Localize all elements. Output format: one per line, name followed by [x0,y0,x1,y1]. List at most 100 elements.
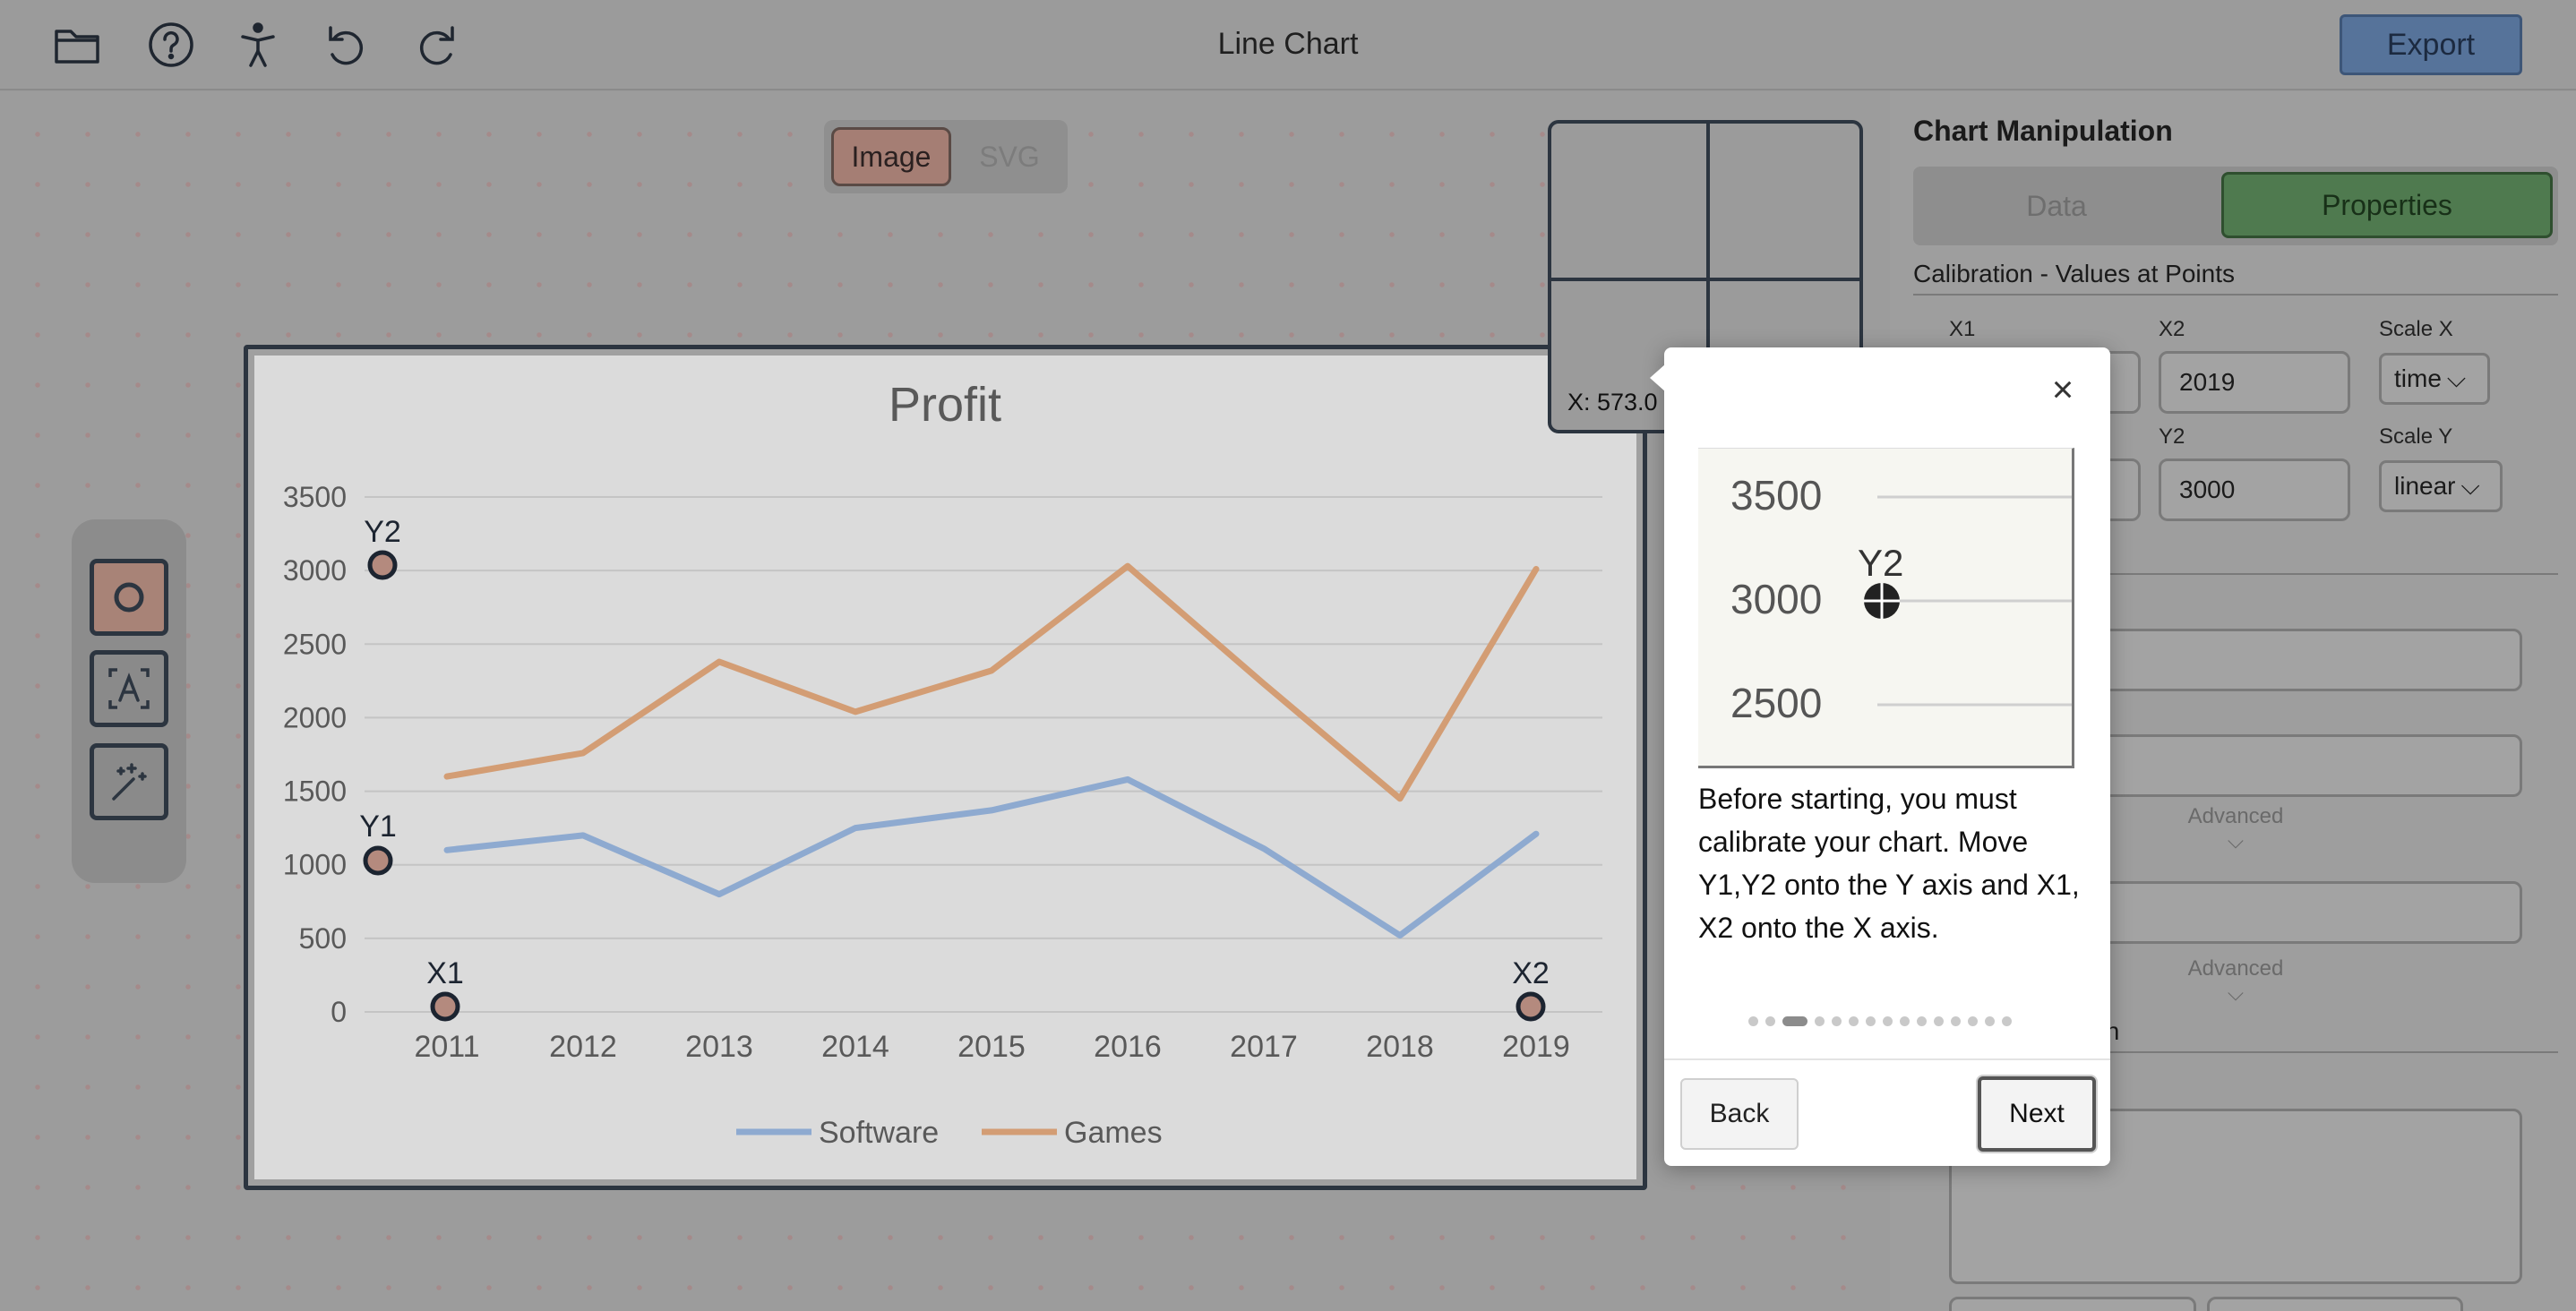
magic-wand-button[interactable] [90,743,168,820]
step-dot[interactable] [1900,1015,1910,1026]
x-tick-label: 2013 [685,1030,753,1064]
step-dot[interactable] [1748,1015,1758,1026]
step-dot-active[interactable] [1782,1015,1807,1026]
y2-label: Y2 [2159,424,2185,449]
scale-x-select[interactable]: time ⌵ [2379,353,2490,405]
calibration-marker-label: X1 [426,956,464,990]
help-icon[interactable] [144,18,198,72]
text-tool-icon [108,668,150,709]
x-tick-label: 2015 [957,1030,1026,1064]
magic-wand-icon [112,763,147,801]
undo-icon[interactable] [319,18,373,72]
preview-tick-label: 3000 [1730,576,1822,622]
scale-x-value: time [2394,364,2442,392]
x-tick-label: 2011 [414,1030,479,1064]
step-indicator [1748,1015,2012,1026]
crosshair-marker-icon [1864,583,1900,619]
tab-data[interactable]: Data [1913,167,2200,245]
y-tick-label: 0 [331,996,347,1028]
svg-view-button[interactable]: SVG [958,127,1060,186]
scale-y-select[interactable]: linear ⌵ [2379,460,2503,512]
y-tick-label: 2000 [283,701,347,733]
legend-label: Software [819,1116,939,1150]
y-tick-label: 2500 [283,628,347,660]
chevron-down-icon: ⌵ [2446,364,2467,392]
x2-input[interactable]: 2019 [2159,351,2350,414]
export-button[interactable]: Export [2340,14,2522,75]
chart-title: Profit [889,378,1001,432]
calibration-marker-label: X2 [1512,956,1550,990]
y-tick-label: 1500 [283,775,347,808]
step-dot[interactable] [1883,1015,1893,1026]
y-tick-label: 3500 [283,481,347,513]
chevron-down-icon: ⌵ [2227,829,2245,853]
point-tool-icon [114,582,144,613]
calibration-marker [430,991,460,1022]
top-bar: Line Chart Export [0,0,2576,90]
panel-title: Chart Manipulation [1913,115,2173,147]
x-tick-label: 2019 [1502,1030,1570,1064]
text-tool-button[interactable] [90,650,168,727]
x-tick-label: 2017 [1230,1030,1298,1064]
scale-x-label: Scale X [2379,317,2453,341]
tutorial-popover: × 3500 3000 2500 Y2 Before starting, you… [1650,347,2110,1166]
point-tool-button[interactable] [90,559,168,636]
line-chart: Profit 0 500 1000 1500 2000 2500 3000 3500 2011 20… [254,356,1636,1179]
popover-arrow [1650,364,1666,392]
redo-icon[interactable] [410,18,464,72]
tab-properties[interactable]: Properties [2221,172,2553,238]
step-dot[interactable] [2002,1015,2012,1026]
calibration-marker-label: Y1 [359,810,397,844]
y-tick-label: 500 [299,922,347,955]
step-dot[interactable] [1934,1015,1944,1026]
y-tick-label: 1000 [283,849,347,881]
tutorial-text: Before starting, you must calibrate your… [1698,783,2080,944]
divider [1664,1058,2110,1060]
x-tick-label: 2012 [549,1030,617,1064]
step-dot[interactable] [1917,1015,1927,1026]
advanced-label: Advanced [2187,956,2284,981]
calibration-marker [1516,991,1546,1022]
advanced-toggle-2[interactable]: Advanced ⌵ [2146,956,2325,1007]
step-dot[interactable] [1866,1015,1876,1026]
next-button[interactable]: Next [1978,1076,2096,1152]
step-dot[interactable] [1985,1015,1995,1026]
crosshair-horizontal [1551,278,1859,281]
y2-input[interactable]: 3000 [2159,458,2350,521]
x2-label: X2 [2159,317,2185,341]
x1-label: X1 [1949,317,1976,341]
folder-icon[interactable] [50,18,104,72]
step-dot[interactable] [1849,1015,1859,1026]
calibration-marker-label: Y2 [364,515,401,549]
legend-label: Games [1064,1116,1163,1150]
step-dot[interactable] [1951,1015,1961,1026]
divider [1913,294,2558,296]
app-title: Line Chart [1217,27,1359,61]
advanced-toggle-1[interactable]: Advanced ⌵ [2146,804,2325,854]
calibration-heading: Calibration - Values at Points [1913,260,2235,287]
panel-button-1[interactable] [1949,1297,2196,1311]
view-toggle: Image SVG [824,120,1068,193]
toolbox [72,519,186,883]
step-dot[interactable] [1832,1015,1842,1026]
scale-y-label: Scale Y [2379,424,2453,449]
step-dot[interactable] [1968,1015,1978,1026]
chevron-down-icon: ⌵ [2460,471,2480,500]
preview-tick-label: 3500 [1730,472,1822,518]
accessibility-icon[interactable] [231,18,285,72]
x-tick-label: 2016 [1094,1030,1162,1064]
step-dot[interactable] [1765,1015,1775,1026]
image-view-button[interactable]: Image [831,127,951,186]
preview-tick-label: 2500 [1730,680,1822,726]
calibration-marker [367,550,398,580]
panel-tabs: Data Properties [1913,167,2558,245]
step-dot[interactable] [1815,1015,1825,1026]
close-icon[interactable]: × [2040,367,2085,412]
tutorial-preview-image: 3500 3000 2500 Y2 [1698,448,2074,768]
back-button[interactable]: Back [1680,1078,1799,1150]
panel-button-2[interactable] [2207,1297,2463,1311]
x-tick-label: 2014 [821,1030,889,1064]
chevron-down-icon: ⌵ [2227,981,2245,1006]
advanced-label: Advanced [2187,804,2284,828]
calibration-marker [363,845,393,876]
